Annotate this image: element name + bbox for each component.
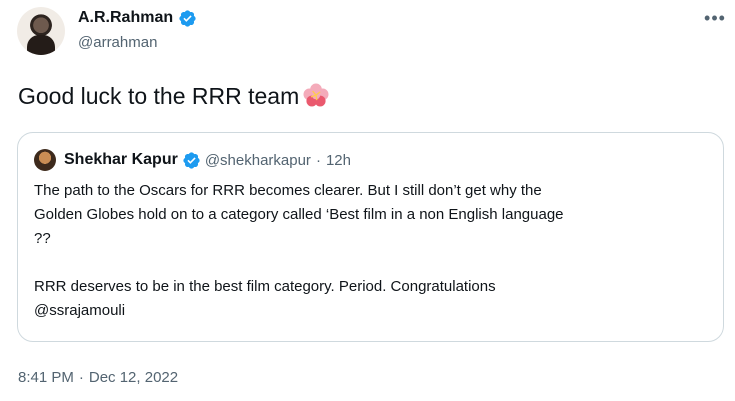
quoted-line: The path to the Oscars for RRR becomes c… [34,182,542,199]
quoted-line: RRR deserves to be in the best film cate… [34,278,496,295]
quoted-tweet-text: The path to the Oscars for RRR becomes c… [34,179,704,323]
author-display-name[interactable]: A.R.Rahman [78,8,173,28]
quoted-timestamp: 12h [325,151,351,169]
tweet-date: Dec 12, 2022 [88,369,179,386]
quoted-tweet-card[interactable]: Shekhar Kapur @shekharkapur · 12h The pa… [17,132,724,342]
quoted-mention: @ssrajamouli [34,302,126,319]
tweet-text-content: Good luck to the RRR team [18,83,300,109]
quoted-line: Golden Globes hold on to a category call… [34,206,564,223]
more-options-icon[interactable]: ••• [703,9,727,27]
verified-badge-icon [179,9,196,27]
verified-badge-icon [183,151,200,169]
author-name-row: A.R.Rahman [78,8,197,28]
tweet-timestamp[interactable]: 8:41 PM · Dec 12, 2022 [18,369,178,386]
avatar[interactable] [17,7,65,55]
tweet-time: 8:41 PM [18,369,74,386]
quoted-display-name: Shekhar Kapur [64,151,178,168]
tweet-text: Good luck to the RRR team [18,80,331,112]
quoted-tweet-header: Shekhar Kapur @shekharkapur · 12h [34,149,351,171]
author-handle[interactable]: @arrahman [78,33,157,53]
tweet-header: A.R.Rahman @arrahman ••• [17,6,727,60]
separator-dot: · [78,369,84,386]
hibiscus-flower-icon [303,83,329,107]
quoted-line: ?? [34,230,51,247]
separator-dot: · [315,151,321,169]
quoted-handle: @shekharkapur [204,151,311,169]
quoted-avatar [34,149,56,171]
